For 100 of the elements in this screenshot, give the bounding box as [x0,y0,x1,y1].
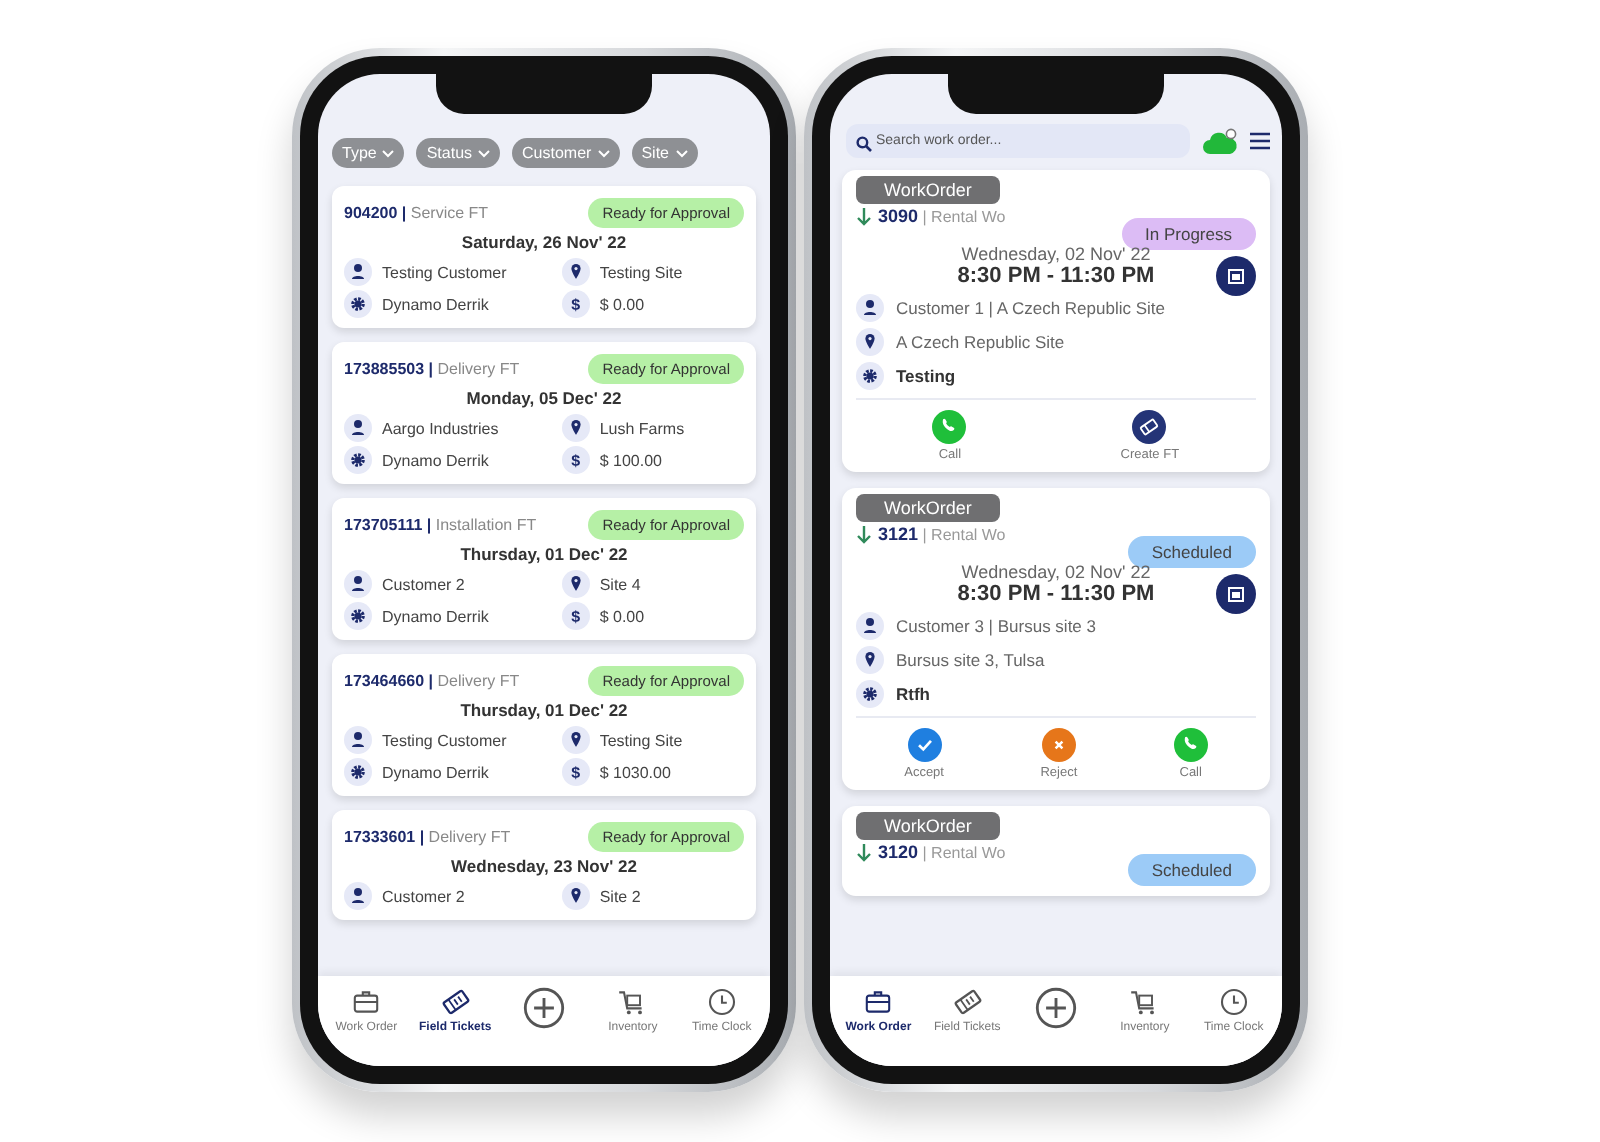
ticket-title: 17333601 | Delivery FT [344,828,511,846]
order-time: 8:30 PM - 11:30 PM [957,582,1155,606]
amount: $ 100.00 [599,451,662,469]
site-name: Testing Site [599,263,683,281]
dollar-icon: $ [561,446,590,474]
ticket-title: 173705111 | Installation FT [344,516,537,534]
menu-icon[interactable] [1250,132,1270,150]
cloud-icon [1202,127,1238,155]
gear-icon [344,446,372,474]
ticket-icon [1132,410,1167,444]
gear-icon [344,290,372,318]
ticket-date: Wednesday, 23 Nov' 22 [449,856,639,876]
arrow-down-icon [856,207,872,225]
site-address: Bursus site 3, Tulsa [896,650,1045,670]
site-name: Lush Farms [599,419,685,437]
add-icon [1034,986,1079,1030]
technician-name: Dynamo Derrik [382,763,489,781]
person-icon [344,570,372,598]
order-date: Wednesday, 02 Nov' 22 [961,562,1151,582]
work-order-tag: WorkOrder [856,176,1000,204]
filter-dropdown[interactable]: Status [416,138,501,168]
arrow-down-icon [856,843,872,861]
amount: $ 0.00 [599,607,645,625]
task-name: Testing [896,366,956,386]
ticket-title: 173885503 | Delivery FT [344,360,520,378]
technician-name: Dynamo Derrik [382,607,489,625]
work-order-tag: WorkOrder [856,494,1000,522]
order-title: 3121 | Rental Wo [878,524,1006,544]
status-badge: Scheduled [1127,854,1256,886]
gear-icon [344,758,372,786]
check-icon [907,728,942,762]
person-icon [856,294,884,322]
customer-name: Testing Customer [382,263,507,281]
order-time: 8:30 PM - 11:30 PM [957,264,1155,288]
clock-icon [1217,986,1250,1018]
order-date: Wednesday, 02 Nov' 22 [961,244,1151,264]
work-order-card[interactable]: WorkOrder 3120 | Rental Wo Scheduled [842,806,1270,896]
gear-icon [344,602,372,630]
person-icon [856,612,884,640]
customer-name: Testing Customer [382,731,507,749]
ticket-icon [951,986,984,1018]
order-title: 3090 | Rental Wo [878,206,1006,226]
ticket-date: Monday, 05 Dec' 22 [464,388,624,408]
technician-name: Dynamo Derrik [382,295,489,313]
calendar-button[interactable] [1216,256,1256,296]
filter-dropdown[interactable]: Type [332,138,405,168]
ticket-date: Saturday, 26 Nov' 22 [459,232,629,252]
location-pin-icon [856,328,884,356]
ticket-icon [439,986,472,1018]
chevron-down-icon [675,149,688,157]
calendar-icon [1228,268,1244,284]
ticket-title: 173464660 | Delivery FT [344,672,520,690]
ticket-date: Thursday, 01 Dec' 22 [458,544,630,564]
person-icon [344,882,372,910]
gear-icon [856,680,884,708]
customer-name: Aargo Industries [382,419,499,437]
status-badge: Scheduled [1127,536,1256,568]
clock-icon [705,986,738,1018]
add-icon [522,986,567,1030]
location-pin-icon [856,646,884,674]
work-order-tag: WorkOrder [856,812,1000,840]
close-icon [1041,728,1076,762]
ticket-title: 904200 | Service FT [344,204,489,222]
arrow-down-icon [856,525,872,543]
briefcase-icon [350,986,383,1018]
location-pin-icon [561,726,590,754]
location-pin-icon [561,414,590,442]
chevron-down-icon [382,149,395,157]
briefcase-icon [862,986,895,1018]
dollar-icon: $ [561,290,590,318]
calendar-icon [1228,586,1244,602]
site-name: Site 4 [599,575,641,593]
location-pin-icon [561,882,590,910]
filter-dropdown[interactable]: Customer [512,138,620,168]
site-name: Site 2 [599,887,641,905]
order-title: 3120 | Rental Wo [878,842,1006,862]
dollar-icon: $ [561,758,590,786]
phone-icon [1173,728,1208,762]
location-pin-icon [561,570,590,598]
dollar-icon: $ [561,602,590,630]
ticket-date: Thursday, 01 Dec' 22 [458,700,630,720]
site-name: Testing Site [599,731,683,749]
location-pin-icon [561,258,590,286]
phone-icon [932,410,967,444]
chevron-down-icon [597,149,610,157]
gear-icon [856,362,884,390]
technician-name: Dynamo Derrik [382,451,489,469]
customer-name: Customer 2 [382,575,465,593]
filter-dropdown[interactable]: Site [631,138,698,168]
customer-name: Customer 2 [382,887,465,905]
amount: $ 1030.00 [599,763,671,781]
chevron-down-icon [478,149,491,157]
person-icon [344,258,372,286]
customer-name: Customer 1 | A Czech Republic Site [896,298,1165,318]
calendar-button[interactable] [1216,574,1256,614]
task-name: Rtfh [896,684,930,704]
status-badge: In Progress [1121,218,1256,250]
person-icon [344,414,372,442]
amount: $ 0.00 [599,295,645,313]
person-icon [344,726,372,754]
